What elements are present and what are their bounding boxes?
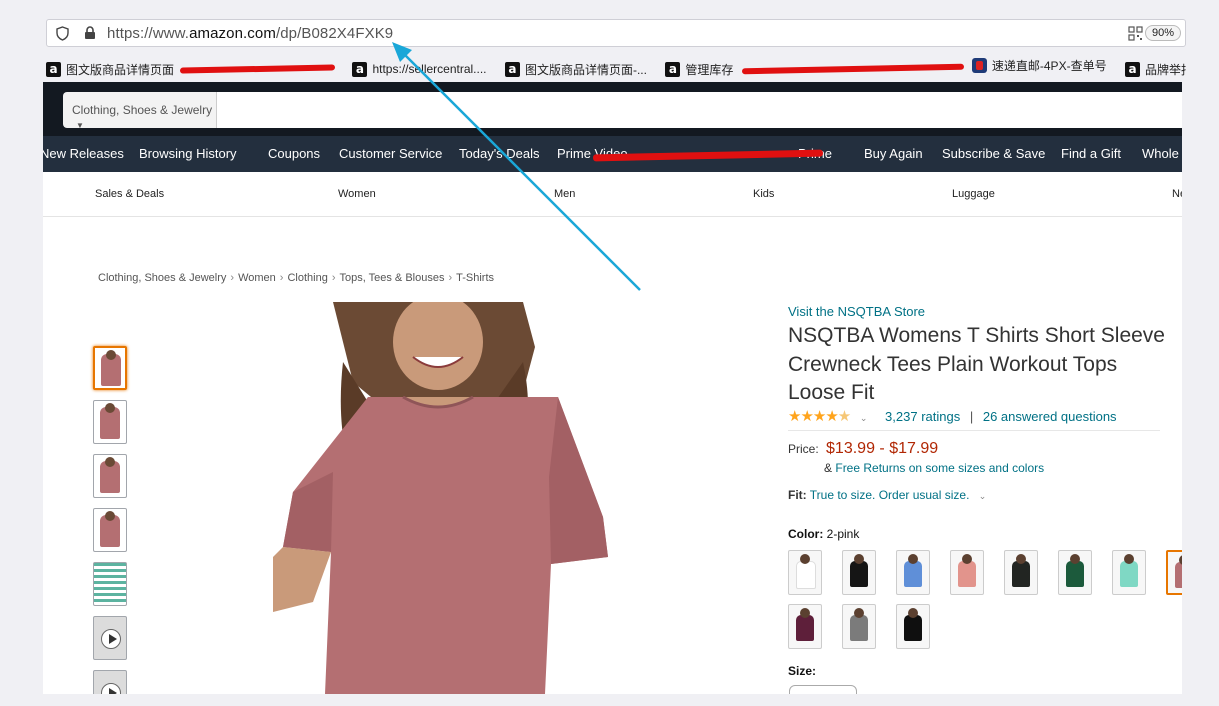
annotation-arrow <box>392 42 641 291</box>
